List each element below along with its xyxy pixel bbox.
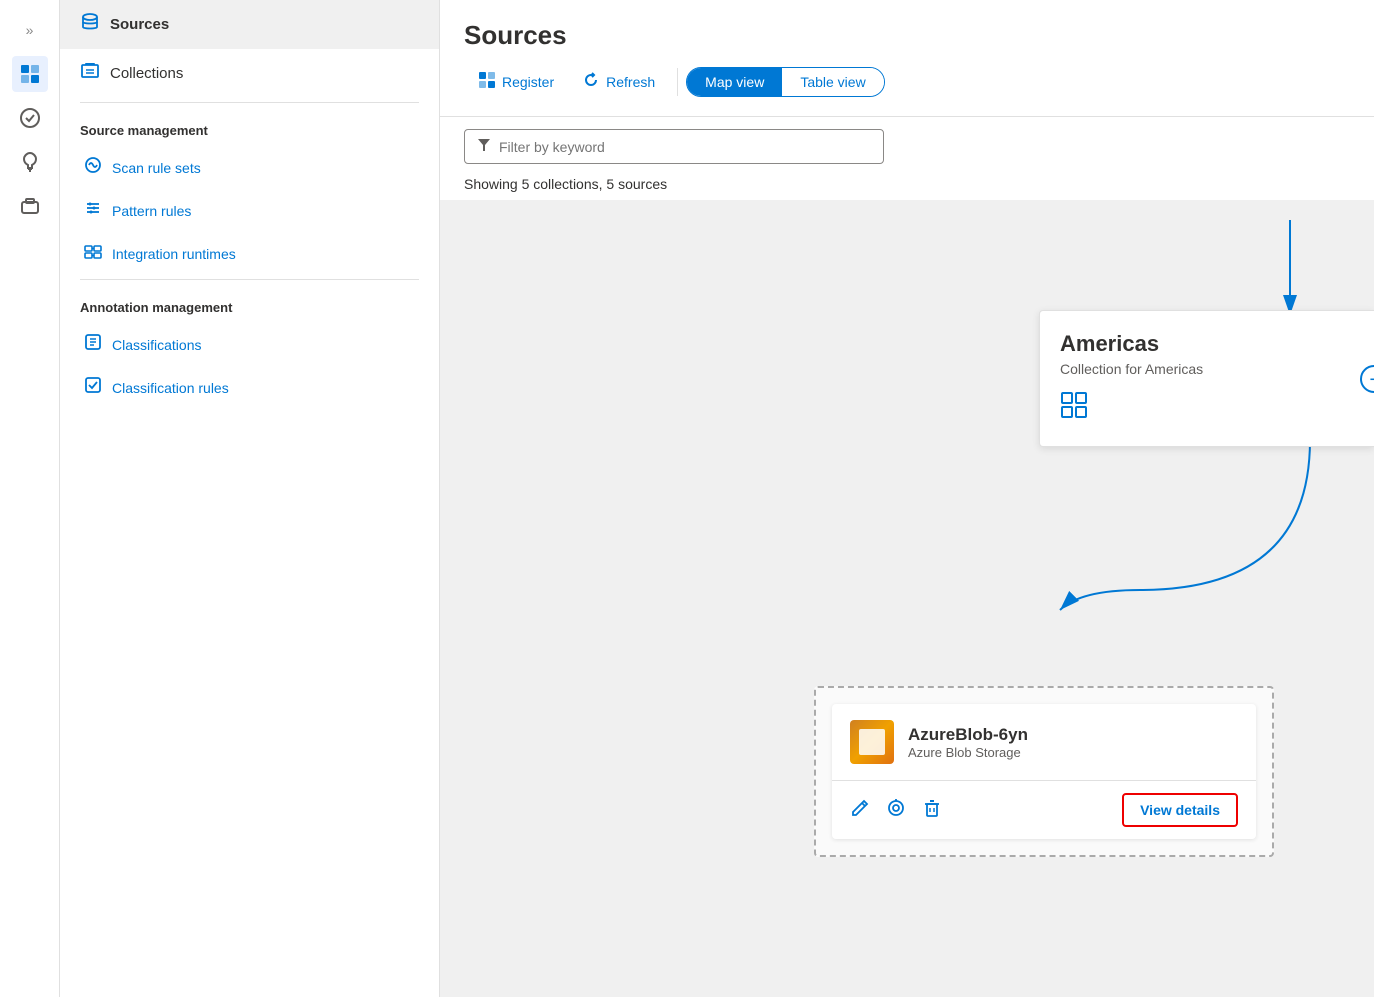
register-label: Register (502, 74, 554, 90)
sources-label: Sources (110, 16, 169, 33)
americas-card-title: Americas (1060, 331, 1354, 357)
scan-icon[interactable] (886, 798, 906, 823)
view-toggle: Map view Table view (686, 67, 885, 97)
scan-rule-sets-icon (84, 156, 102, 179)
pattern-rules-icon (84, 199, 102, 222)
integration-runtimes-label: Integration runtimes (112, 246, 236, 262)
toolbar: Register Refresh Map view Table view (464, 63, 1350, 100)
chevron-expand-icon[interactable]: » (12, 12, 48, 48)
icon-rail: » (0, 0, 60, 997)
sidebar-item-classifications[interactable]: Classifications (60, 323, 439, 366)
page-title: Sources (464, 20, 1350, 51)
filter-input[interactable] (499, 139, 871, 155)
azureblob-title: AzureBlob-6yn (908, 725, 1028, 745)
integration-runtimes-icon (84, 242, 102, 265)
azureblob-subtitle: Azure Blob Storage (908, 745, 1028, 760)
filter-wrapper[interactable] (464, 129, 884, 164)
sidebar-item-sources[interactable]: Sources (60, 0, 439, 49)
annotation-management-section: Annotation management (60, 284, 439, 323)
register-icon (478, 71, 496, 92)
classification-rules-label: Classification rules (112, 380, 229, 396)
americas-grid-icon[interactable] (1060, 398, 1088, 425)
rail-tools-icon[interactable] (12, 188, 48, 224)
view-details-button[interactable]: View details (1122, 793, 1238, 827)
americas-card-subtitle: Collection for Americas (1060, 361, 1354, 377)
azureblob-card: AzureBlob-6yn Azure Blob Storage (832, 704, 1256, 839)
sidebar-item-integration-runtimes[interactable]: Integration runtimes (60, 232, 439, 275)
toolbar-separator (677, 68, 678, 96)
edit-icon[interactable] (850, 798, 870, 823)
main-content: Sources Register (440, 0, 1374, 997)
sidebar-item-collections[interactable]: Collections (60, 49, 439, 98)
classifications-icon (84, 333, 102, 356)
azureblob-card-wrapper: AzureBlob-6yn Azure Blob Storage (814, 686, 1274, 857)
sidebar: Sources Collections Source management Sc… (60, 0, 440, 997)
pattern-rules-label: Pattern rules (112, 203, 191, 219)
refresh-icon (582, 71, 600, 92)
collections-icon (80, 61, 100, 86)
azureblob-info: AzureBlob-6yn Azure Blob Storage (908, 725, 1028, 760)
sidebar-item-scan-rule-sets[interactable]: Scan rule sets (60, 146, 439, 189)
collapse-button[interactable]: − (1360, 365, 1374, 393)
sidebar-item-pattern-rules[interactable]: Pattern rules (60, 189, 439, 232)
table-view-button[interactable]: Table view (782, 68, 883, 96)
azureblob-dashed-border: AzureBlob-6yn Azure Blob Storage (814, 686, 1274, 857)
azureblob-actions: View details (832, 781, 1256, 839)
map-canvas: Americas Collection for Americas − (440, 200, 1374, 997)
scan-rule-sets-label: Scan rule sets (112, 160, 201, 176)
azureblob-header: AzureBlob-6yn Azure Blob Storage (832, 704, 1256, 781)
source-management-section: Source management (60, 107, 439, 146)
refresh-button[interactable]: Refresh (568, 63, 669, 100)
sources-icon (80, 12, 100, 37)
rail-data-catalog-icon[interactable] (12, 56, 48, 92)
classification-rules-icon (84, 376, 102, 399)
americas-card: Americas Collection for Americas − (1039, 310, 1374, 447)
main-header: Sources Register (440, 0, 1374, 117)
collections-label: Collections (110, 65, 183, 82)
showing-text: Showing 5 collections, 5 sources (440, 172, 1374, 200)
rail-insights-icon[interactable] (12, 144, 48, 180)
rail-workflow-icon[interactable] (12, 100, 48, 136)
classifications-label: Classifications (112, 337, 201, 353)
filter-icon (477, 138, 491, 155)
refresh-label: Refresh (606, 74, 655, 90)
map-view-button[interactable]: Map view (687, 68, 782, 96)
blob-storage-icon (850, 720, 894, 764)
register-button[interactable]: Register (464, 63, 568, 100)
filter-bar (440, 117, 1374, 172)
sidebar-item-classification-rules[interactable]: Classification rules (60, 366, 439, 409)
delete-icon[interactable] (922, 798, 942, 823)
